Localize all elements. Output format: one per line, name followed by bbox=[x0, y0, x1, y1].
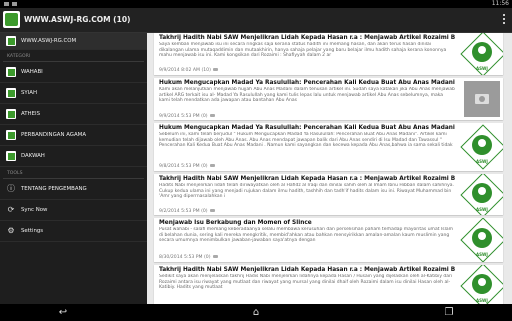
drawer-item-label: ATHEIS bbox=[21, 111, 41, 117]
article-title: Hukum Mengucapkan Madad Ya Rasulullah: P… bbox=[159, 125, 455, 131]
drawer-item-label: SYIAH bbox=[21, 90, 38, 96]
article-date: 9/9/2014 5:53 PM bbox=[159, 114, 200, 119]
article-snippet: Sebelum ini, kami telah berjudul " Hukum… bbox=[159, 132, 453, 149]
article-date: 9/2/2014 5:53 PM bbox=[159, 209, 200, 214]
drawer-item-settings[interactable]: ⚙ Settings bbox=[0, 221, 147, 242]
aswj-logo-icon bbox=[6, 36, 16, 46]
aswj-thumbnail: ASWJ bbox=[460, 174, 503, 215]
comment-count: (0) bbox=[201, 164, 208, 169]
drawer-item-dakwah[interactable]: DAKWAH bbox=[0, 146, 147, 167]
drawer-item-home[interactable]: WWW.ASWJ-RG.COM bbox=[0, 33, 147, 50]
system-nav-bar: ↩ ⌂ ❐ bbox=[0, 304, 512, 321]
drawer-item-label: WWW.ASWJ-RG.COM bbox=[21, 38, 77, 44]
drawer-item-label: DAKWAH bbox=[21, 153, 45, 159]
article-meta: 9/8/2014 5:53 PM (0) bbox=[159, 164, 215, 170]
navigation-drawer: WWW.ASWJ-RG.COM KATEGORI WAHABI SYIAH AT… bbox=[0, 33, 147, 304]
drawer-item-label: Sync Now bbox=[21, 207, 48, 213]
aswj-thumbnail: ASWJ bbox=[460, 218, 503, 262]
category-icon bbox=[6, 130, 16, 140]
home-icon[interactable]: ⌂ bbox=[247, 306, 265, 319]
drawer-item-tentang-pengembang[interactable]: ⓘ TENTANG PENGEMBANG bbox=[0, 179, 147, 200]
article-snippet: Sedikit saya akan menjelaskan takhrij Ha… bbox=[159, 274, 453, 291]
aswj-logo-icon[interactable] bbox=[3, 11, 20, 28]
article-meta: 9/9/2014 8:02 AM (10) bbox=[159, 68, 218, 74]
section-heading-tools: TOOLS bbox=[3, 167, 144, 179]
category-icon bbox=[6, 151, 16, 161]
camera-placeholder-icon bbox=[464, 81, 500, 117]
article-meta: 8/30/2014 5:53 PM (0) bbox=[159, 255, 218, 261]
article-list: Takhrij Hadith Nabi SAW Menjelikran Lida… bbox=[147, 33, 512, 304]
article-title: Hukum Mengucapkan Madad Ya Rasulullah: P… bbox=[159, 80, 455, 86]
article-card[interactable]: Menjawab Isu Berkabung dan Momen of Slin… bbox=[154, 218, 503, 262]
notification-icon bbox=[4, 2, 9, 6]
drawer-item-label: TENTANG PENGEMBANG bbox=[21, 186, 87, 192]
comment-icon bbox=[209, 114, 215, 117]
aswj-thumbnail: ASWJ bbox=[460, 265, 503, 304]
article-title: Takhrij Hadith Nabi SAW Menjelikran Lida… bbox=[159, 267, 455, 273]
comment-count: (10) bbox=[201, 68, 211, 73]
status-bar: 11:56 bbox=[0, 0, 512, 8]
drawer-item-wahabi[interactable]: WAHABI bbox=[0, 62, 147, 83]
article-card[interactable]: Takhrij Hadith Nabi SAW Menjelikran Lida… bbox=[154, 265, 503, 304]
drawer-item-syiah[interactable]: SYIAH bbox=[0, 83, 147, 104]
info-icon: ⓘ bbox=[7, 184, 15, 193]
recent-apps-icon[interactable]: ❐ bbox=[440, 306, 458, 319]
app-title: WWW.ASWJ-RG.COM (10) bbox=[24, 15, 131, 24]
article-snippet: Kami akan melanjutkan menjawab hujjah Ab… bbox=[159, 87, 455, 104]
comment-count: (0) bbox=[201, 209, 208, 214]
back-icon[interactable]: ↩ bbox=[54, 306, 72, 319]
article-snippet: Pusat wahabi - salafi memang keberadaany… bbox=[159, 227, 453, 244]
aswj-thumbnail: ASWJ bbox=[460, 124, 503, 170]
category-icon bbox=[6, 67, 16, 77]
sync-icon: ⟳ bbox=[7, 205, 15, 214]
article-card[interactable]: Takhrij Hadith Nabi SAW Menjelikran Lida… bbox=[154, 33, 503, 75]
notification-icon bbox=[12, 2, 17, 6]
article-card[interactable]: Hukum Mengucapkan Madad Ya Rasulullah: P… bbox=[154, 123, 503, 171]
settings-icon: ⚙ bbox=[7, 226, 15, 235]
article-title: Takhrij Hadith Nabi SAW Menjelikran Lida… bbox=[159, 176, 455, 182]
aswj-thumbnail: ASWJ bbox=[460, 33, 503, 75]
category-icon bbox=[6, 88, 16, 98]
article-card[interactable]: Hukum Mengucapkan Madad Ya Rasulullah: P… bbox=[154, 78, 503, 120]
comment-icon bbox=[212, 68, 218, 71]
comment-icon bbox=[212, 255, 218, 258]
drawer-item-label: WAHABI bbox=[21, 69, 43, 75]
article-date: 9/9/2014 8:02 AM bbox=[159, 68, 200, 73]
drawer-item-sync-now[interactable]: ⟳ Sync Now bbox=[0, 200, 147, 221]
drawer-item-perbandingan-agama[interactable]: PERBANDINGAN AGAMA bbox=[0, 125, 147, 146]
drawer-item-label: Settings bbox=[21, 228, 44, 234]
article-date: 8/30/2014 5:53 PM bbox=[159, 255, 203, 260]
article-title: Menjawab Isu Berkabung dan Momen of Slin… bbox=[159, 220, 312, 226]
drawer-item-atheis[interactable]: ATHEIS bbox=[0, 104, 147, 125]
drawer-item-label: PERBANDINGAN AGAMA bbox=[21, 132, 87, 138]
article-snippet: Hadits Nabi menjelirkan lidah telah diri… bbox=[159, 183, 454, 200]
article-title: Takhrij Hadith Nabi SAW Menjelikran Lida… bbox=[159, 35, 455, 41]
overflow-menu-icon[interactable] bbox=[502, 14, 506, 26]
article-card[interactable]: Takhrij Hadith Nabi SAW Menjelikran Lida… bbox=[154, 174, 503, 215]
category-icon bbox=[6, 109, 16, 119]
article-date: 9/8/2014 5:53 PM bbox=[159, 164, 200, 169]
article-meta: 9/9/2014 5:53 PM (0) bbox=[159, 114, 215, 120]
article-meta: 9/2/2014 5:53 PM (0) bbox=[159, 209, 215, 215]
comment-count: (0) bbox=[201, 114, 208, 119]
article-snippet: Saya kembali menjawab isu ini secara rin… bbox=[159, 42, 447, 59]
status-time: 11:56 bbox=[491, 0, 509, 7]
comment-icon bbox=[209, 209, 215, 212]
comment-icon bbox=[209, 164, 215, 167]
section-heading-kategori: KATEGORI bbox=[3, 50, 144, 62]
comment-count: (0) bbox=[204, 255, 211, 260]
action-bar: WWW.ASWJ-RG.COM (10) bbox=[0, 8, 512, 33]
